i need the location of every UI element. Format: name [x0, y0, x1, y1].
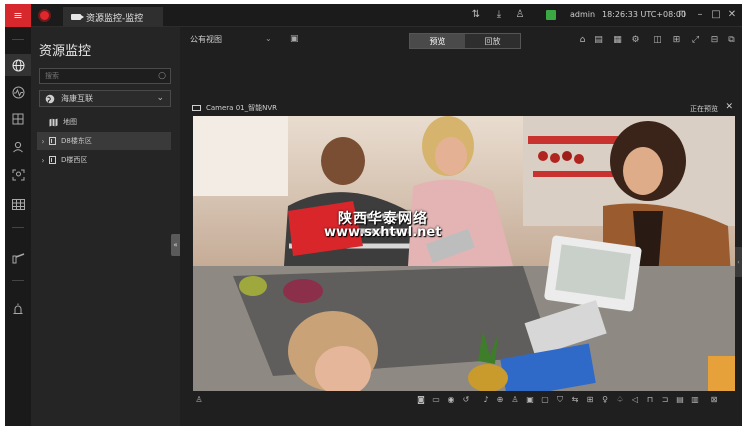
app-logo: [38, 9, 51, 22]
window-icon[interactable]: ◫: [652, 35, 663, 46]
camera-title: Camera 01_智能NVR: [206, 104, 277, 112]
alarm-icon[interactable]: ♤: [615, 395, 625, 405]
collapse-panel-handle[interactable]: «: [171, 234, 180, 256]
shield-icon[interactable]: ⛉: [555, 395, 565, 405]
rail-divider: [12, 280, 24, 281]
tree-item-label: D8楼东区: [61, 137, 92, 145]
video-frame-image: [193, 116, 735, 391]
alarm-signal-icon[interactable]: ⇅: [470, 9, 482, 21]
building-icon: [49, 156, 56, 164]
camera-icon: [71, 14, 84, 20]
tab-playback[interactable]: 回放: [465, 34, 520, 48]
mode-switch: 预览 回放: [409, 33, 521, 49]
tree-item-label: D楼西区: [61, 156, 88, 164]
rail-divider: [12, 39, 24, 40]
view-select[interactable]: 公有视图: [190, 34, 222, 45]
record-dot-icon[interactable]: ◉: [446, 395, 456, 405]
video-controls-bar: ♙ ◙ ▭ ◉ ↺ ♪ ⊕ ♙ ▣ ▢ ⛉ ⇆ ⊞ ♀ ♤ ◁ ⊓ ⊐ ▤ ▥ …: [188, 393, 736, 409]
tree-item-d8-east[interactable]: › D8楼东区: [37, 132, 171, 150]
rail-alarm-light-icon[interactable]: [5, 298, 31, 320]
maximize-icon[interactable]: □: [710, 9, 722, 21]
module-rail: [5, 27, 31, 426]
zoom-icon[interactable]: ⊕: [495, 395, 505, 405]
capture-icon[interactable]: ◙: [416, 395, 426, 405]
site-selector-value: 海康互联: [61, 94, 93, 103]
video-window-header: Camera 01_智能NVR 正在预览 ✕: [188, 101, 736, 115]
tab-preview[interactable]: 预览: [410, 34, 465, 48]
bookmark-icon[interactable]: ⊓: [645, 395, 655, 405]
picture-icon[interactable]: ▥: [690, 395, 700, 405]
panel-title: 资源监控: [39, 44, 92, 59]
clock: 18:26:33 UTC+08:00: [602, 10, 687, 19]
tree-item-d-west[interactable]: › D楼西区: [37, 151, 171, 169]
preview-status: 正在预览: [690, 105, 718, 113]
close-icon[interactable]: ✕: [726, 9, 738, 21]
search-box: ○: [39, 68, 171, 84]
popout-icon[interactable]: ⧉: [726, 35, 737, 46]
chevron-right-icon[interactable]: ›: [37, 137, 49, 146]
download-icon[interactable]: ⤓: [493, 9, 505, 21]
rail-table-icon[interactable]: [5, 193, 31, 215]
rail-event-pulse-icon[interactable]: [5, 81, 31, 103]
rail-divider: [12, 227, 24, 228]
ptz-icon[interactable]: ⌂: [577, 35, 588, 46]
tree-item-label: 地图: [63, 118, 77, 126]
snapshot-icon[interactable]: ▤: [593, 35, 604, 46]
rail-barrier-gate-icon[interactable]: [5, 247, 31, 269]
speaker-icon[interactable]: ◁: [630, 395, 640, 405]
layout-icon[interactable]: ⊞: [671, 35, 682, 46]
title-bar: ≡ 资源监控-监控 ⇅ ⤓ ♙ admin 18:26:33 UTC+08:00…: [5, 4, 742, 27]
alarm-bell-icon[interactable]: ♙: [514, 9, 526, 21]
print-icon[interactable]: ▭: [431, 395, 441, 405]
save-view-icon[interactable]: ▣: [290, 34, 299, 44]
tree-item-map[interactable]: 地图: [37, 113, 171, 131]
minimize-icon[interactable]: –: [694, 9, 706, 21]
watermark-line2: www.sxhtwl.net: [324, 225, 442, 240]
person-location-icon[interactable]: ♙: [194, 395, 204, 405]
chevron-down-icon: ⌄: [156, 93, 164, 103]
resource-panel: 资源监控 ○ 海康互联 ⌄ 地图 › D8楼东区 › D楼西区: [31, 27, 180, 426]
chevron-right-icon[interactable]: ›: [37, 156, 49, 165]
instant-playback-icon[interactable]: ↺: [461, 395, 471, 405]
status-indicator-icon[interactable]: [546, 10, 556, 20]
rail-grid-icon[interactable]: [5, 108, 31, 130]
split-icon[interactable]: ⊟: [709, 35, 720, 46]
frame-icon[interactable]: ▢: [540, 395, 550, 405]
lock-icon[interactable]: ⊓: [676, 9, 688, 21]
map-icon: [49, 118, 58, 126]
username[interactable]: admin: [570, 10, 595, 19]
image-icon[interactable]: ▣: [525, 395, 535, 405]
rail-person-icon[interactable]: [5, 136, 31, 158]
record-icon[interactable]: ▦: [612, 35, 623, 46]
main-area: 公有视图 ⌄ ▣ 预览 回放 ⌂ ▤ ▦ ⚙ ◫ ⊞ ⤢ ⊟ ⧉ Camera …: [180, 27, 742, 426]
tab-resource-monitor[interactable]: 资源监控-监控: [63, 7, 163, 27]
main-menu-button[interactable]: ≡: [5, 4, 31, 27]
live-video-feed[interactable]: 陕西华泰网络 www.sxhtwl.net: [193, 116, 735, 391]
search-input[interactable]: [40, 69, 150, 83]
site-selector[interactable]: 海康互联 ⌄: [39, 90, 171, 107]
globe-icon: [45, 94, 55, 103]
app-window: ≡ 资源监控-监控 ⇅ ⤓ ♙ admin 18:26:33 UTC+08:00…: [5, 4, 742, 426]
tab-label: 资源监控-监控: [86, 13, 144, 24]
expand-right-panel-handle[interactable]: ‹: [735, 247, 742, 277]
tag-icon[interactable]: ⊐: [660, 395, 670, 405]
rail-monitor-globe-icon[interactable]: [5, 54, 31, 76]
search-icon[interactable]: ○: [158, 71, 166, 81]
close-video-icon[interactable]: ✕: [725, 102, 733, 112]
rail-face-capture-icon[interactable]: [5, 164, 31, 186]
audio-icon[interactable]: ♪: [481, 395, 491, 405]
gallery-icon[interactable]: ▤: [675, 395, 685, 405]
light-icon[interactable]: ♀: [600, 395, 610, 405]
chevron-down-icon[interactable]: ⌄: [265, 34, 272, 43]
settings-icon[interactable]: ⚙: [630, 35, 641, 46]
camera-icon: [192, 105, 201, 111]
grid-icon[interactable]: ⊞: [585, 395, 595, 405]
building-icon: [49, 137, 56, 145]
view-toolbar: 公有视图 ⌄ ▣ 预览 回放 ⌂ ▤ ▦ ⚙ ◫ ⊞ ⤢ ⊟ ⧉: [180, 27, 742, 55]
person-icon[interactable]: ♙: [510, 395, 520, 405]
more-icon[interactable]: ⊠: [709, 395, 719, 405]
transfer-icon[interactable]: ⇆: [570, 395, 580, 405]
fullscreen-icon[interactable]: ⤢: [690, 35, 701, 46]
